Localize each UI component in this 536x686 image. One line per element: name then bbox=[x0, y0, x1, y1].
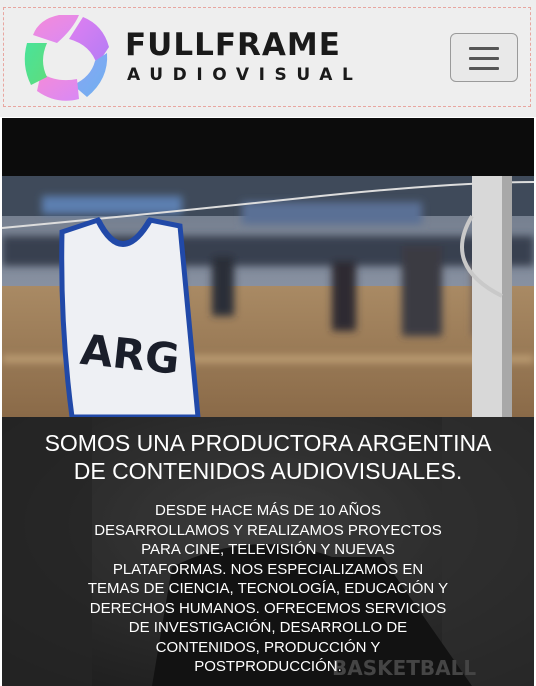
intro-headline: SOMOS UNA PRODUCTORA ARGENTINA DE CONTEN… bbox=[2, 429, 534, 485]
description-line: DESARROLLAMOS Y REALIZAMOS PROYECTOS bbox=[94, 521, 442, 539]
description-line: CONTENIDOS, PRODUCCIÓN Y bbox=[155, 638, 381, 656]
description-line: PARA CINE, TELEVISIÓN Y NUEVAS bbox=[141, 541, 395, 558]
brand-tagline: AUDIOVISUAL bbox=[127, 65, 363, 85]
description-line: POSTPRODUCCIÓN. bbox=[194, 658, 342, 675]
hero-letterbox bbox=[2, 118, 534, 176]
menu-toggle-button[interactable] bbox=[450, 33, 518, 82]
intro-description: DESDE HACE MÁS DE 10 AÑOS DESARROLLAMOS … bbox=[2, 501, 534, 677]
hero-image: ARG bbox=[2, 176, 534, 417]
svg-text:ARG: ARG bbox=[78, 325, 182, 384]
description-line: TEMAS DE CIENCIA, TECNOLOGÍA, EDUCACIÓN … bbox=[87, 580, 449, 597]
brand-name: FULLFRAME bbox=[125, 27, 341, 63]
description-line: DESDE HACE MÁS DE 10 AÑOS bbox=[155, 502, 381, 519]
brand-logo[interactable]: FULLFRAME AUDIOVISUAL bbox=[21, 13, 361, 103]
description-line: PLATAFORMAS. NOS ESPECIALIZAMOS EN bbox=[112, 560, 424, 578]
headline-line-2: DE CONTENIDOS AUDIOVISUALES. bbox=[73, 458, 463, 484]
description-line: DE INVESTIGACIÓN, DESARROLLO DE bbox=[128, 619, 408, 636]
site-header: FULLFRAME AUDIOVISUAL bbox=[0, 0, 536, 117]
headline-line-1: SOMOS UNA PRODUCTORA ARGENTINA bbox=[44, 430, 492, 456]
intro-section: BASKETBALL SOMOS UNA PRODUCTORA ARGENTIN… bbox=[2, 417, 534, 686]
basketball-jersey-photo-icon: ARG bbox=[2, 176, 534, 417]
camera-aperture-logo-icon bbox=[24, 15, 109, 101]
description-line: DERECHOS HUMANOS. OFRECEMOS SERVICIOS bbox=[89, 599, 447, 617]
